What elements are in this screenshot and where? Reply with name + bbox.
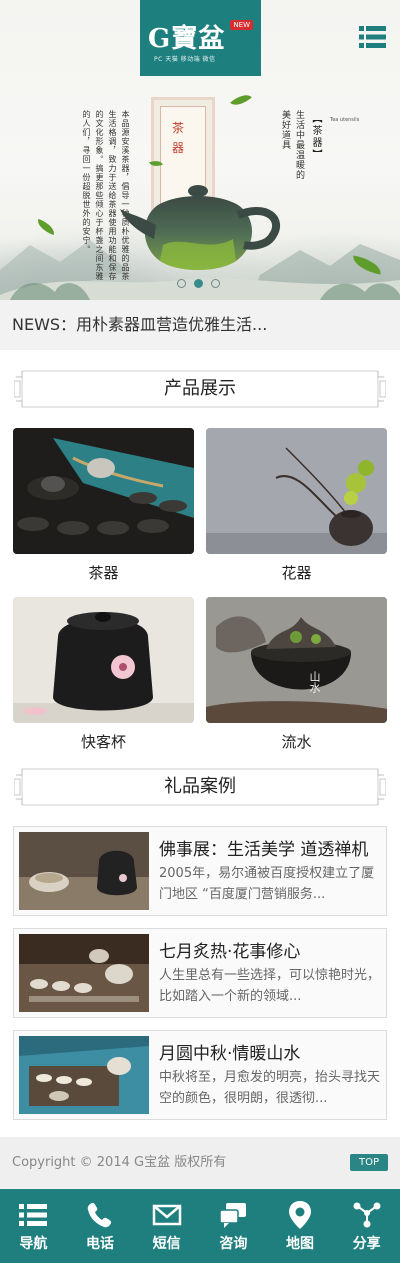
product-card[interactable]: 快客杯 [13,597,194,752]
menu-icon[interactable] [359,26,386,48]
nav-item-phone[interactable]: 电话 [67,1189,134,1263]
nav-item-share[interactable]: 分享 [333,1189,400,1263]
nav-label: 分享 [352,1236,381,1252]
product-image-travel-cup[interactable] [13,597,194,723]
case-description: 人生里总有一些选择，可以惊艳时光，比如踏入一个新的领域... [159,968,381,1004]
section-title: 礼品案例 [164,776,236,797]
product-label[interactable]: 快客杯 [13,731,194,752]
nav-label: 短信 [152,1236,181,1252]
product-image-bowl[interactable]: 山水 [206,597,387,723]
list-icon [19,1204,48,1226]
case-title[interactable]: 七月炙热·花事修心 [159,937,300,962]
back-to-top-button[interactable]: TOP [349,1154,388,1171]
phone-icon [87,1202,112,1228]
cases-heading: 礼品案例 [14,767,386,807]
case-item[interactable]: 七月炙热·花事修心 人生里总有一些选择，可以惊艳时光，比如踏入一个新的领域... [13,928,387,1018]
share-icon [353,1202,381,1228]
slider-dot[interactable] [177,279,186,288]
mail-icon [152,1204,181,1226]
footer: Copyright © 2014 G宝盆 版权所有 TOP [0,1137,400,1189]
case-thumbnail[interactable] [19,1036,149,1114]
leaf-decoration [230,89,252,111]
banner-right-text: 生活中最温暖的美好道具 [280,110,304,180]
case-thumbnail[interactable] [19,832,149,910]
bowl-calligraphy: 山水 [308,671,321,693]
news-ticker[interactable]: NEWS：用朴素器皿营造优雅生活... [0,300,400,350]
map-pin-icon [289,1201,312,1229]
nav-label: 电话 [86,1236,114,1252]
case-description: 2005年，易尔通被百度授权建立了厦门地区 “百度厦门营销服务... [159,866,375,902]
bottom-nav: 导航 电话 短信 咨询 地图 分享 [0,1189,400,1263]
product-label[interactable]: 茶器 [13,562,194,583]
hero-banner[interactable]: G寶盆 NEW PC 天猫 移动端 微信 本品源安溪茶器，倡导一种质朴优雅的品茶… [0,0,400,300]
slider-dots [177,279,220,288]
case-title[interactable]: 佛事展：生活美学 道透禅机 [159,835,368,860]
brand-logo[interactable]: G寶盆 NEW PC 天猫 移动端 微信 [140,0,261,76]
panel-title: 茶器 [171,121,184,155]
slider-dot[interactable] [211,279,220,288]
product-image-tea-set[interactable] [13,428,194,554]
product-card[interactable]: 茶器 [13,428,194,583]
nav-item-sms[interactable]: 短信 [133,1189,200,1263]
case-description: 中秋将至，月愈发的明亮，抬头寻找天空的颜色，很明朗，很透彻... [159,1070,381,1106]
logo-text: G寶盆 [148,24,226,54]
nav-item-map[interactable]: 地图 [267,1189,334,1263]
new-badge: NEW [230,20,253,30]
nav-label: 导航 [19,1236,48,1252]
product-card[interactable]: 花器 [206,428,387,583]
nav-item-consult[interactable]: 咨询 [200,1189,267,1263]
products-heading: 产品展示 [14,369,386,409]
case-thumbnail[interactable] [19,934,149,1012]
logo-subtitle: PC 天猫 移动端 微信 [154,56,216,63]
case-item[interactable]: 月圆中秋·情暖山水 中秋将至，月愈发的明亮，抬头寻找天空的颜色，很明朗，很透彻.… [13,1030,387,1120]
case-item[interactable]: 佛事展：生活美学 道透禅机 2005年，易尔通被百度授权建立了厦门地区 “百度厦… [13,826,387,916]
copyright-text: Copyright © 2014 G宝盆 版权所有 [12,1155,227,1170]
product-label[interactable]: 流水 [206,731,387,752]
nav-label: 咨询 [219,1236,248,1252]
slider-dot-active[interactable] [194,279,203,288]
product-card[interactable]: 山水 流水 [206,597,387,752]
product-image-vase[interactable] [206,428,387,554]
teapot-illustration [120,185,281,270]
product-label[interactable]: 花器 [206,562,387,583]
section-title: 产品展示 [164,378,236,399]
nav-label: 地图 [286,1236,315,1252]
case-title[interactable]: 月圆中秋·情暖山水 [159,1039,300,1064]
nav-item-navigation[interactable]: 导航 [0,1189,67,1263]
chat-icon [219,1203,247,1228]
banner-tag: 【茶器】 [310,113,321,161]
banner-tag-en: Tea utensils [330,117,360,123]
